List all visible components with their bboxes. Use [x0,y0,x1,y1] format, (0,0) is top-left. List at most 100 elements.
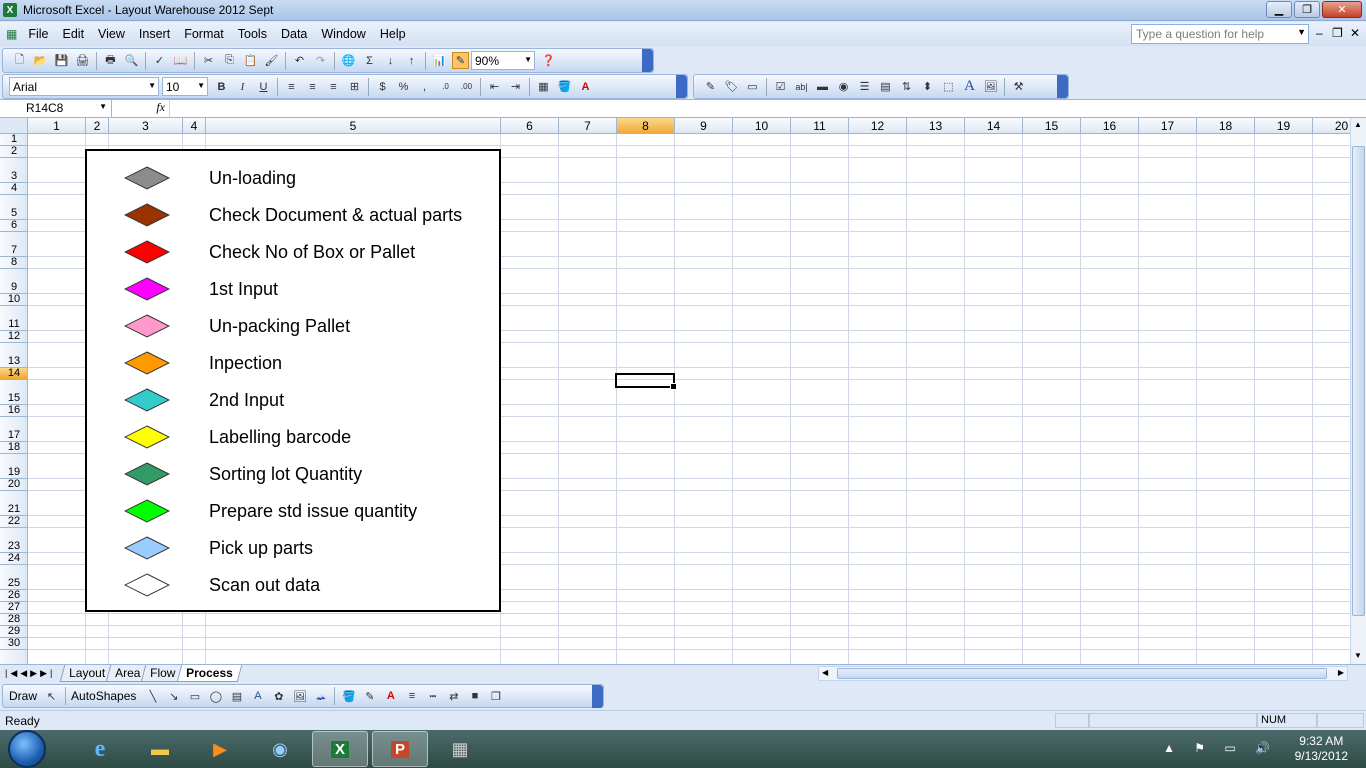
wordart-icon[interactable]: A [249,688,266,705]
column-header[interactable]: 12 [849,118,907,133]
column-header[interactable]: 3 [109,118,183,133]
row-header[interactable]: 15 [0,380,27,405]
diamond-marker[interactable] [124,240,170,264]
text-effect-icon[interactable]: A [961,78,978,95]
row-header[interactable]: 8 [0,257,27,269]
line-color-icon[interactable]: ✎ [361,688,378,705]
paste-icon[interactable]: 📋 [242,52,259,69]
3d-style-icon[interactable]: ❒ [487,688,504,705]
diamond-marker[interactable] [124,425,170,449]
row-header[interactable]: 29 [0,626,27,638]
diamond-marker[interactable] [124,462,170,486]
print-icon[interactable]: 🖶 [102,52,119,69]
diamond-marker[interactable] [124,573,170,597]
open-icon[interactable]: 📂 [32,52,49,69]
copy-icon[interactable]: ⎘ [221,52,238,69]
close-button[interactable]: ✕ [1322,1,1362,18]
row-header[interactable]: 11 [0,306,27,331]
scroll-right-icon[interactable]: ▶ [1338,668,1344,677]
doc-close-button[interactable]: ✕ [1350,26,1360,40]
formula-input[interactable] [170,100,1366,117]
column-header[interactable]: 13 [907,118,965,133]
redo-icon[interactable]: ↷ [312,52,329,69]
row-header[interactable]: 13 [0,343,27,368]
borders-icon[interactable]: ▦ [535,78,552,95]
row-header[interactable]: 25 [0,565,27,590]
column-header[interactable]: 20 [1313,118,1350,133]
horizontal-scroll-thumb[interactable] [837,668,1327,679]
print-preview-icon[interactable]: 🔍 [123,52,140,69]
decrease-indent-icon[interactable]: ⇤ [486,78,503,95]
row-header[interactable]: 24 [0,553,27,565]
combo-box-icon[interactable]: ▤ [877,78,894,95]
chevron-down-icon[interactable]: ▼ [1297,27,1306,37]
column-header[interactable]: 11 [791,118,849,133]
column-header[interactable]: 6 [501,118,559,133]
restore-button[interactable]: ❐ [1294,1,1320,18]
edit-chart-icon[interactable]: ✎ [702,78,719,95]
menu-window[interactable]: Window [314,27,372,41]
minimize-button[interactable]: ▁ [1266,1,1292,18]
menu-help[interactable]: Help [373,27,413,41]
row-header[interactable]: 2 [0,146,27,158]
cut-icon[interactable]: ✂ [200,52,217,69]
column-header[interactable]: 1 [28,118,86,133]
workbook-icon[interactable]: ▦ [6,27,17,41]
column-header[interactable]: 4 [183,118,206,133]
row-header[interactable]: 18 [0,442,27,454]
diamond-marker[interactable] [124,166,170,190]
italic-icon[interactable]: I [234,78,251,95]
toolbar-options-icon[interactable] [676,75,687,98]
tools-icon[interactable]: ⚒ [1010,78,1027,95]
row-header[interactable]: 1 [0,134,27,146]
row-header[interactable]: 10 [0,294,27,306]
fill-color-icon[interactable]: 🪣 [556,78,573,95]
row-header[interactable]: 22 [0,516,27,528]
vertical-scroll-thumb[interactable] [1352,146,1365,616]
fx-icon[interactable]: fx [112,100,170,117]
row-header[interactable]: 23 [0,528,27,553]
column-header[interactable]: 10 [733,118,791,133]
picture-icon[interactable]: 🖼 [982,78,999,95]
worksheet-grid[interactable]: Un-loading Check Document & actual parts C… [28,134,1350,664]
row-header[interactable]: 21 [0,491,27,516]
toolbar-options-icon[interactable] [642,49,653,72]
merge-center-icon[interactable]: ⊞ [346,78,363,95]
text-box-icon[interactable]: ▤ [228,688,245,705]
column-header[interactable]: 17 [1139,118,1197,133]
scroll-left-icon[interactable]: ◀ [822,668,828,677]
process-legend-box[interactable]: Un-loading Check Document & actual parts C… [85,149,501,612]
column-header[interactable]: 5 [206,118,501,133]
insert-picture-icon[interactable]: 🗻 [312,688,329,705]
group-box-icon[interactable]: ▭ [744,78,761,95]
menu-edit[interactable]: Edit [56,27,92,41]
spelling-icon[interactable]: ✓ [151,52,168,69]
diamond-marker[interactable] [124,499,170,523]
menu-format[interactable]: Format [177,27,231,41]
powerpoint-taskbar-icon[interactable]: P [372,731,428,767]
zoom-select[interactable]: 90% ▼ [471,51,535,70]
excel-app-icon[interactable]: X [3,3,17,17]
textbox-icon[interactable]: ab| [793,78,810,95]
row-header[interactable]: 12 [0,331,27,343]
new-icon[interactable]: 🗋 [11,52,28,69]
rectangle-icon[interactable]: ▭ [186,688,203,705]
menu-data[interactable]: Data [274,27,314,41]
row-header[interactable]: 14 [0,368,27,380]
align-right-icon[interactable]: ≡ [325,78,342,95]
row-header[interactable]: 17 [0,417,27,442]
format-painter-icon[interactable]: 🖌 [263,52,280,69]
name-box[interactable]: R14C8 ▼ [0,100,112,117]
diamond-marker[interactable] [124,351,170,375]
font-color-icon[interactable]: A [382,688,399,705]
line-style-icon[interactable]: ≡ [403,688,420,705]
checkbox-icon[interactable]: ☑ [772,78,789,95]
diamond-marker[interactable] [124,536,170,560]
row-header[interactable]: 3 [0,158,27,183]
label-icon[interactable]: 🏷 [723,78,740,95]
oval-icon[interactable]: ◯ [207,688,224,705]
clock[interactable]: 9:32 AM 9/13/2012 [1295,734,1348,764]
column-header[interactable]: 9 [675,118,733,133]
sheet-tab-process[interactable]: Process [176,665,242,682]
autoshapes-menu-button[interactable]: AutoShapes [71,689,136,703]
